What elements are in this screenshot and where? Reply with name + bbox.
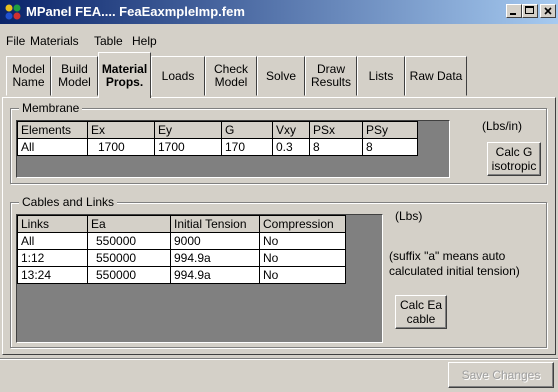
cables-col-ea[interactable]: Ea — [87, 215, 171, 233]
table-cell[interactable]: 0.3 — [272, 138, 310, 156]
calc-ea-cable-button[interactable]: Calc Ea cable — [395, 295, 447, 329]
membrane-col-psy[interactable]: PSy — [362, 121, 418, 139]
menu-bar: File Materials Table Help — [0, 32, 558, 50]
membrane-group-label: Membrane — [19, 101, 83, 115]
table-cell[interactable]: No — [259, 266, 346, 284]
cables-header-row: Links Ea Initial Tension Compression — [17, 215, 346, 233]
cables-grid[interactable]: Links Ea Initial Tension Compression All… — [16, 214, 383, 343]
table-cell[interactable]: All — [17, 138, 88, 156]
tab-loads[interactable]: Loads — [151, 56, 205, 96]
membrane-grid[interactable]: Elements Ex Ey G Vxy PSx PSy All 1700 17… — [16, 120, 450, 178]
cables-col-compression[interactable]: Compression — [259, 215, 346, 233]
membrane-col-ex[interactable]: Ex — [87, 121, 155, 139]
table-row[interactable]: All 1700 1700 170 0.3 8 8 — [17, 138, 418, 156]
app-icon — [5, 4, 21, 20]
close-icon — [544, 7, 552, 15]
save-changes-button[interactable]: Save Changes — [448, 362, 554, 388]
membrane-col-g[interactable]: G — [221, 121, 273, 139]
table-cell[interactable]: 994.9a — [170, 249, 260, 267]
table-cell[interactable]: 550000 — [87, 249, 171, 267]
table-row[interactable]: 1:12 550000 994.9a No — [17, 249, 346, 267]
maximize-icon — [525, 6, 534, 14]
tab-raw-data[interactable]: Raw Data — [405, 56, 467, 96]
menu-help[interactable]: Help — [132, 34, 157, 48]
table-cell[interactable]: 13:24 — [17, 266, 88, 284]
table-cell[interactable]: 8 — [309, 138, 363, 156]
table-row[interactable]: 13:24 550000 994.9a No — [17, 266, 346, 284]
table-cell[interactable]: 170 — [221, 138, 273, 156]
cables-col-initial-tension[interactable]: Initial Tension — [170, 215, 260, 233]
table-cell[interactable]: No — [259, 232, 346, 250]
minimize-button[interactable] — [506, 4, 522, 18]
tab-build-model[interactable]: Build Model — [51, 56, 98, 96]
maximize-button[interactable] — [522, 4, 538, 18]
membrane-col-psx[interactable]: PSx — [309, 121, 363, 139]
minimize-icon — [510, 13, 516, 15]
tab-draw-results[interactable]: Draw Results — [305, 56, 357, 96]
menu-materials[interactable]: Materials — [30, 34, 79, 48]
window-title: MPanel FEA.... FeaEaxmpleImp.fem — [26, 4, 245, 19]
table-cell[interactable]: All — [17, 232, 88, 250]
table-cell[interactable]: 994.9a — [170, 266, 260, 284]
table-cell[interactable]: 550000 — [87, 232, 171, 250]
table-cell[interactable]: 550000 — [87, 266, 171, 284]
table-cell[interactable]: No — [259, 249, 346, 267]
membrane-group: Membrane Elements Ex Ey G Vxy PSx PSy Al… — [10, 101, 547, 184]
auto-tension-note: (suffix "a" means auto calculated initia… — [389, 249, 520, 278]
table-row[interactable]: All 550000 9000 No — [17, 232, 346, 250]
cables-col-links[interactable]: Links — [17, 215, 88, 233]
menu-table[interactable]: Table — [94, 34, 123, 48]
membrane-header-row: Elements Ex Ey G Vxy PSx PSy — [17, 121, 418, 139]
table-cell[interactable]: 1:12 — [17, 249, 88, 267]
cables-units: (Lbs) — [395, 209, 423, 223]
membrane-col-ey[interactable]: Ey — [154, 121, 222, 139]
membrane-units: (Lbs/in) — [482, 119, 523, 133]
table-cell[interactable]: 8 — [362, 138, 418, 156]
tab-lists[interactable]: Lists — [357, 56, 405, 96]
calc-g-isotropic-button[interactable]: Calc G isotropic — [487, 142, 541, 176]
cables-links-group: Cables and Links Links Ea Initial Tensio… — [10, 195, 547, 348]
membrane-col-vxy[interactable]: Vxy — [272, 121, 310, 139]
title-bar[interactable]: MPanel FEA.... FeaEaxmpleImp.fem — [0, 0, 558, 24]
tab-solve[interactable]: Solve — [257, 56, 305, 96]
close-button[interactable] — [540, 4, 556, 18]
tab-material-props[interactable]: Material Props. — [98, 52, 151, 98]
divider — [0, 358, 558, 360]
tab-strip: Model Name Build Model Material Props. L… — [0, 52, 558, 98]
table-cell[interactable]: 1700 — [87, 138, 155, 156]
tab-model-name[interactable]: Model Name — [6, 56, 51, 96]
cables-group-label: Cables and Links — [19, 195, 118, 209]
table-cell[interactable]: 1700 — [154, 138, 222, 156]
menu-file[interactable]: File — [6, 34, 25, 48]
table-cell[interactable]: 9000 — [170, 232, 260, 250]
membrane-col-elements[interactable]: Elements — [17, 121, 88, 139]
material-props-panel: Membrane Elements Ex Ey G Vxy PSx PSy Al… — [2, 97, 556, 355]
tab-check-model[interactable]: Check Model — [205, 56, 257, 96]
